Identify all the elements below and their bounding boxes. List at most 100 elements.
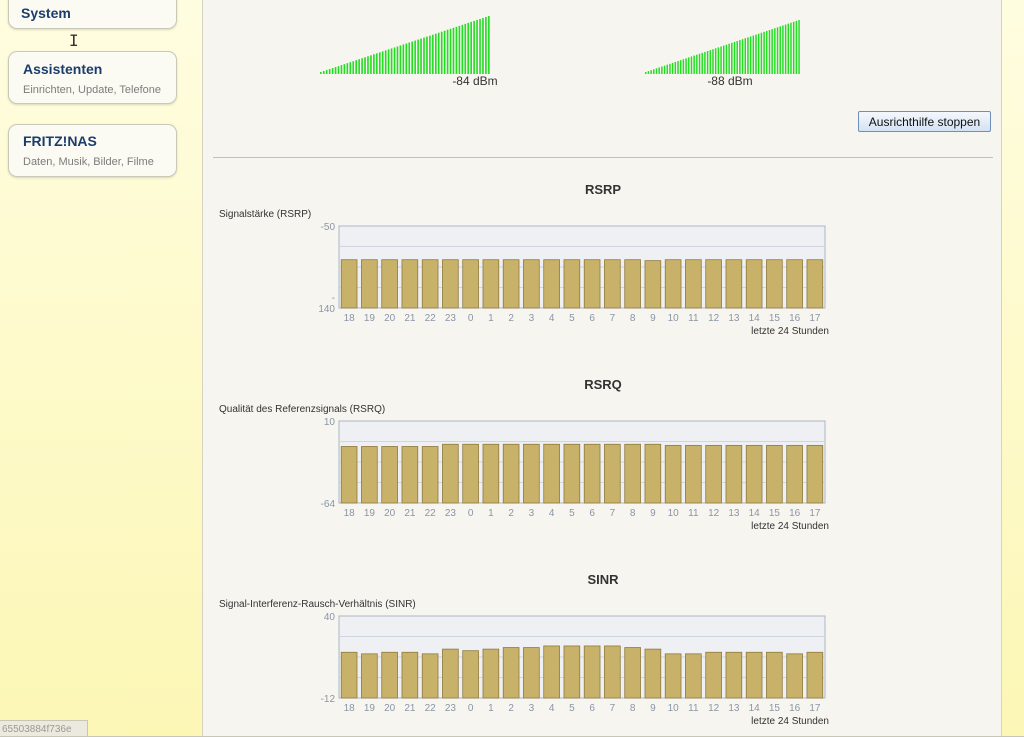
- meter-1-segment: [434, 33, 437, 74]
- meter-2-segment: [709, 50, 712, 74]
- meter-1-segment: [396, 46, 399, 74]
- chart-rsrq-bar: [502, 443, 520, 504]
- chart-rsrp-bar: [523, 259, 540, 309]
- chart-rsrq-xtick: 4: [549, 508, 555, 519]
- chart-sinr-bar: [401, 651, 419, 699]
- chart-sinr-bar: [583, 645, 601, 699]
- meter-1-segment: [464, 23, 467, 74]
- nav-item-assistants[interactable]: Assistenten Einrichten, Update, Telefone: [8, 51, 177, 104]
- meter-1-segment: [429, 35, 431, 74]
- chart-sinr-xtick: 0: [468, 703, 474, 714]
- meter-2-segment: [706, 51, 709, 74]
- meter-2-segment: [747, 37, 749, 74]
- chart-sinr-xtick: 17: [809, 703, 821, 714]
- chart-rsrp-xtick: 14: [749, 313, 761, 324]
- chart-rsrq-bar: [462, 443, 479, 504]
- meter-1-segment: [355, 60, 358, 74]
- meter-1-segment: [440, 31, 443, 74]
- chart-rsrq-bar: [806, 444, 824, 504]
- chart-rsrq-bar: [482, 443, 500, 504]
- chart-rsrp-bar: [482, 259, 500, 309]
- chart-rsrq-xtick: 5: [569, 508, 575, 519]
- chart-rsrq-xtick: 19: [364, 508, 376, 519]
- stop-alignment-button[interactable]: Ausrichthilfe stoppen: [858, 111, 991, 132]
- meter-2-segment: [658, 67, 660, 74]
- chart-rsrq-bar: [583, 443, 601, 504]
- chart-rsrp-bar: [340, 259, 358, 309]
- nav-item-nas-title: FRITZ!NAS: [23, 133, 97, 149]
- chart-rsrq-bar: [543, 443, 560, 504]
- meter-2-segment: [677, 61, 679, 74]
- meter-2-segment: [779, 26, 781, 74]
- meter-2-segment: [679, 60, 682, 74]
- chart-rsrq-xtick: 17: [809, 508, 821, 519]
- chart-rsrp-xtick: 8: [630, 313, 636, 324]
- meter-2-segment: [739, 40, 741, 74]
- chart-rsrq-bar: [340, 446, 358, 504]
- chart-sinr-bar: [786, 653, 803, 699]
- chart-rsrp-bar: [361, 259, 378, 309]
- meter-2-segment: [645, 72, 647, 74]
- chart-sinr-bar: [482, 648, 500, 699]
- meter-1-segment: [423, 37, 425, 74]
- meter-1-segment: [467, 22, 470, 74]
- chart-rsrp-xtick: 0: [468, 313, 474, 324]
- chart-rsrq-bar: [725, 444, 743, 504]
- nav-item-system-title: System: [21, 5, 71, 21]
- meter-2-segment: [733, 41, 736, 74]
- chart-rsrp-bar: [583, 259, 601, 309]
- chart-sinr-bar: [766, 651, 783, 699]
- meter-1-segment: [426, 36, 428, 74]
- signal-meter-2-value: -88 dBm: [707, 74, 753, 88]
- chart-rsrp-bar: [502, 259, 520, 309]
- chart-sinr-xtick: 4: [549, 703, 555, 714]
- chart-sinr-xtick: 3: [529, 703, 535, 714]
- signal-meter-1-graphic: [320, 16, 490, 74]
- chart-sinr-xtick: 12: [708, 703, 720, 714]
- meter-2-segment: [749, 36, 752, 74]
- nav-item-nas[interactable]: FRITZ!NAS Daten, Musik, Bilder, Filme: [8, 124, 177, 177]
- nav-item-system[interactable]: System: [8, 0, 177, 29]
- meter-2-segment: [771, 29, 773, 74]
- chart-rsrq-ytick-max: 10: [324, 417, 336, 428]
- meter-2-segment: [768, 30, 771, 74]
- chart-rsrp-xtick: 12: [708, 313, 720, 324]
- chart-rsrq-bar: [664, 444, 682, 504]
- meter-2-segment: [787, 23, 790, 74]
- chart-rsrq-bar: [563, 443, 581, 504]
- chart-rsrq-bar: [523, 443, 540, 504]
- chart-sinr-ytick-min: -12: [321, 694, 336, 705]
- meter-1-segment: [373, 54, 375, 74]
- chart-rsrq-xtick: 23: [445, 508, 457, 519]
- meter-1-segment: [408, 42, 411, 74]
- meter-1-segment: [364, 57, 366, 74]
- meter-1-segment: [479, 18, 481, 74]
- chart-rsrq-bar: [604, 443, 621, 504]
- chart-rsrp-title: RSRP: [584, 182, 622, 197]
- meter-1-segment: [488, 16, 490, 74]
- meter-1-segment: [337, 66, 340, 74]
- meter-2-segment: [698, 53, 701, 74]
- meter-2-segment: [663, 65, 666, 74]
- chart-rsrp-bar: [442, 259, 459, 309]
- section-divider: [213, 157, 993, 158]
- chart-rsrq-xtick: 7: [610, 508, 616, 519]
- chart-rsrq-xtick: 1: [488, 508, 494, 519]
- meter-2-segment: [776, 27, 779, 74]
- chart-rsrq-ytick-min: -64: [321, 499, 336, 510]
- chart-sinr-bar: [442, 648, 459, 699]
- chart-rsrq-xtick: 0: [468, 508, 474, 519]
- chart-sinr-bar: [685, 653, 702, 699]
- chart-sinr-title: SINR: [587, 572, 619, 587]
- chart-sinr-xtick: 11: [688, 703, 699, 714]
- chart-sinr-xtick: 5: [569, 703, 575, 714]
- chart-rsrq-xtick: 12: [708, 508, 720, 519]
- chart-rsrq-bar: [766, 444, 783, 504]
- meter-1-segment: [417, 39, 419, 74]
- chart-rsrq-bar: [442, 443, 459, 504]
- chart-rsrq-bar: [786, 444, 803, 504]
- chart-sinr: 40-1218 19 20 21 22 23 0 1 2 3 4 5 6 7 8 9 10 11 12 13 14 15 1…: [321, 612, 829, 727]
- meter-2-segment: [760, 32, 763, 74]
- chart-sinr-bar: [745, 651, 763, 699]
- meter-2-segment: [798, 20, 800, 74]
